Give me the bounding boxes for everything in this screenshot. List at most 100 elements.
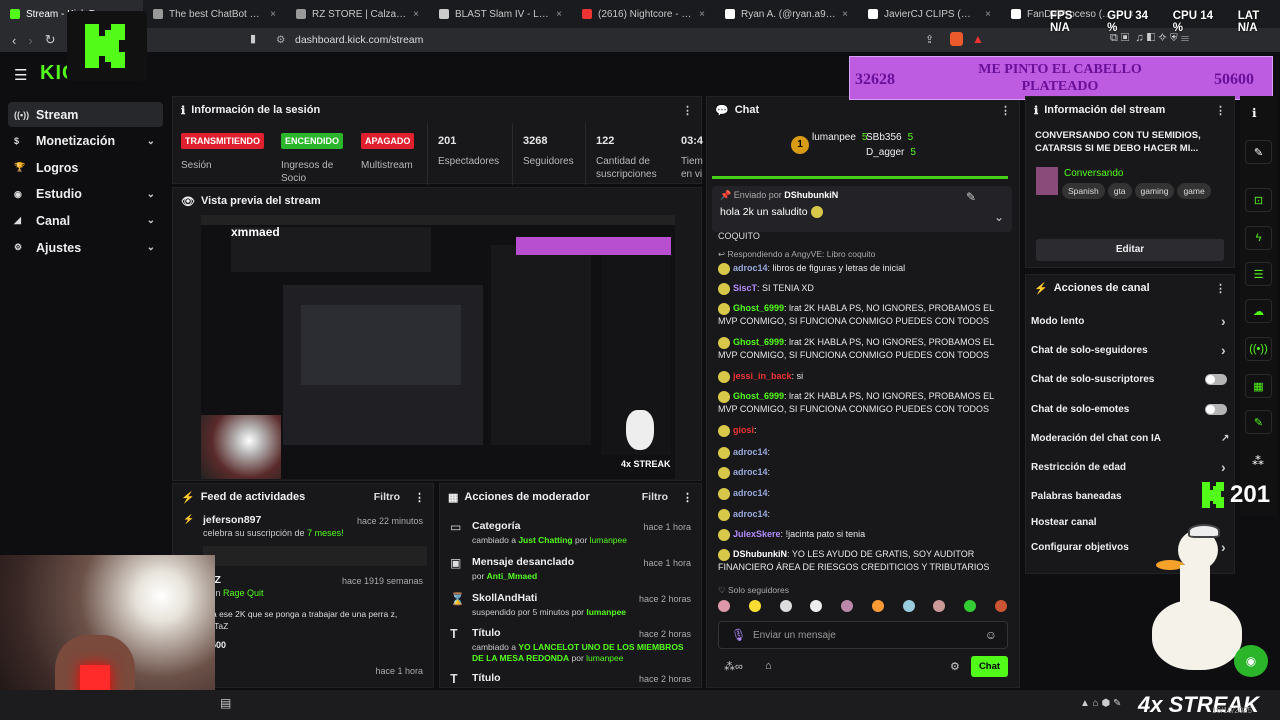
- close-tab-icon[interactable]: ×: [985, 9, 991, 20]
- chat-settings-icon[interactable]: ⚙: [950, 660, 960, 673]
- back-icon[interactable]: ‹: [12, 33, 16, 48]
- channel-action[interactable]: Palabras baneadas: [1031, 491, 1231, 502]
- forward-icon[interactable]: ›: [28, 33, 32, 48]
- browser-tab[interactable]: Ryan A. (@ryan.a92) | TikTok×: [715, 0, 858, 28]
- mod-item[interactable]: ▭ Categoría hace 1 hora cambiado a Just Cha…: [440, 520, 701, 554]
- brave-shield-icon[interactable]: [950, 32, 963, 46]
- lightning-icon[interactable]: ϟ: [1245, 226, 1272, 250]
- chat-message[interactable]: Ghost_6999: lrat 2K HABLA PS, NO IGNORES…: [718, 390, 998, 416]
- external-link-icon[interactable]: ↗: [1221, 433, 1229, 444]
- dots-cluster-icon[interactable]: ⁂: [1252, 454, 1264, 468]
- channel-action[interactable]: Chat de solo-seguidores ›: [1031, 342, 1231, 358]
- broadcast-icon[interactable]: ⊡: [1245, 188, 1272, 212]
- category-link[interactable]: Conversando: [1064, 168, 1123, 179]
- tag-chip[interactable]: gta: [1107, 183, 1132, 199]
- chat-message[interactable]: adroc14: libros de figuras y letras de i…: [718, 262, 998, 275]
- toggle-switch[interactable]: [1205, 374, 1227, 385]
- rewards-icon[interactable]: ▲: [972, 32, 984, 46]
- sidebar-item-3[interactable]: ◉ Estudio ⌄: [8, 182, 163, 207]
- sidebar-item-5[interactable]: ⚙ Ajustes ⌄: [8, 235, 163, 260]
- more-icon[interactable]: ⋮: [682, 491, 693, 504]
- tag-chip[interactable]: Spanish: [1062, 183, 1105, 199]
- sidebar-item-1[interactable]: $ Monetización ⌄: [8, 129, 163, 154]
- chat-message[interactable]: DShubunkiN: YO LES AYUDO DE GRATIS, SOY …: [718, 548, 998, 574]
- chevron-right-icon[interactable]: ›: [1221, 342, 1226, 358]
- info-icon[interactable]: ℹ: [1252, 106, 1257, 120]
- chat-input[interactable]: 🎙 Enviar un mensaje ☺: [718, 621, 1008, 649]
- taskbar-app-icon[interactable]: ▤: [220, 696, 231, 710]
- chat-message[interactable]: adroc14:: [718, 446, 998, 459]
- chat-message[interactable]: jessi_in_back: si: [718, 370, 998, 383]
- pinned-message[interactable]: 📌 Enviado por DShubunkiN hola 2k un salu…: [712, 186, 1012, 232]
- channel-action[interactable]: Moderación del chat con IA ↗: [1031, 433, 1231, 444]
- chat-message[interactable]: adroc14:: [718, 487, 998, 500]
- mod-item[interactable]: ▣ Mensaje desanclado hace 1 hora por Anti_M…: [440, 556, 701, 590]
- chevron-down-icon[interactable]: ⌄: [994, 210, 1004, 224]
- mod-filter-button[interactable]: Filtro: [642, 491, 668, 503]
- mic-icon[interactable]: 🎙: [731, 628, 746, 642]
- chevron-down-icon[interactable]: ⌄: [147, 189, 155, 200]
- edit-pencil-icon[interactable]: ✎: [1245, 140, 1272, 164]
- leaderboard-entry[interactable]: lumanpee 5: [812, 132, 867, 143]
- chat-message[interactable]: Ghost_6999: lrat 2K HABLA PS, NO IGNORES…: [718, 302, 998, 328]
- channel-action[interactable]: Restricción de edad ›: [1031, 459, 1231, 475]
- more-icon[interactable]: ⋮: [1000, 104, 1011, 117]
- toggle-switch[interactable]: [1205, 404, 1227, 415]
- emoji-icon[interactable]: ☺: [985, 628, 997, 642]
- sidebar-item-0[interactable]: ((•)) Stream: [8, 102, 163, 127]
- chat-bubble-icon[interactable]: ☁: [1245, 299, 1272, 323]
- close-tab-icon[interactable]: ×: [270, 9, 276, 20]
- headset-icon[interactable]: ◉: [1234, 645, 1268, 677]
- url-field[interactable]: ⚙ dashboard.kick.com/stream: [270, 32, 940, 49]
- more-icon[interactable]: ⋮: [1215, 104, 1226, 117]
- chat-tools-icon[interactable]: ⁂∞: [724, 660, 743, 673]
- chevron-right-icon[interactable]: ›: [1221, 313, 1226, 329]
- close-tab-icon[interactable]: ×: [413, 9, 419, 20]
- chevron-down-icon[interactable]: ⌄: [147, 242, 155, 253]
- list-icon[interactable]: ☰: [1245, 262, 1272, 286]
- channel-action[interactable]: Chat de solo-suscriptores: [1031, 374, 1231, 385]
- sidebar-item-4[interactable]: ◢ Canal ⌄: [8, 208, 163, 233]
- tag-chip[interactable]: gaming: [1134, 183, 1175, 199]
- unpin-icon[interactable]: ✎: [966, 190, 976, 204]
- browser-tab[interactable]: BLAST Slam IV - Liquipedia Do×: [429, 0, 572, 28]
- chat-message[interactable]: adroc14:: [718, 466, 998, 479]
- chat-message[interactable]: Ghost_6999: lrat 2K HABLA PS, NO IGNORES…: [718, 336, 998, 362]
- browser-tab[interactable]: (2616) Nightcore - Butterfly (L×: [572, 0, 715, 28]
- chat-send-button[interactable]: Chat: [971, 656, 1008, 677]
- more-icon[interactable]: ⋮: [1215, 282, 1226, 295]
- browser-tab[interactable]: RZ STORE | Calzado de platafo×: [286, 0, 429, 28]
- chat-message[interactable]: SiscT: SI TENIA XD: [718, 282, 998, 295]
- reload-icon[interactable]: ↻: [45, 32, 56, 48]
- close-tab-icon[interactable]: ×: [556, 9, 562, 20]
- chat-message[interactable]: giosi:: [718, 424, 998, 437]
- close-tab-icon[interactable]: ×: [699, 9, 705, 20]
- chevron-right-icon[interactable]: ›: [1221, 459, 1226, 475]
- signal-icon[interactable]: ((•)): [1245, 337, 1272, 361]
- tag-chip[interactable]: game: [1177, 183, 1211, 199]
- site-info-icon[interactable]: ⚙: [276, 32, 285, 49]
- bookmark-icon[interactable]: ▮: [250, 32, 256, 45]
- browser-tab[interactable]: JavierCJ CLIPS (@javiercj774)×: [858, 0, 1001, 28]
- more-icon[interactable]: ⋮: [682, 104, 693, 117]
- leaderboard-entry[interactable]: D_agger 5: [866, 147, 916, 158]
- share-icon[interactable]: ⇪: [925, 33, 934, 46]
- store-icon[interactable]: ⌂: [765, 660, 772, 672]
- channel-action[interactable]: Chat de solo-emotes: [1031, 404, 1231, 415]
- chat-message[interactable]: JulexSkere: !jacinta pato si tenia: [718, 528, 998, 541]
- chevron-down-icon[interactable]: ⌄: [147, 215, 155, 226]
- mod-item[interactable]: 𝐓 Título hace 2 horas: [440, 672, 701, 687]
- chat-message[interactable]: adroc14:: [718, 508, 998, 521]
- more-icon[interactable]: ⋮: [414, 491, 425, 504]
- channel-action[interactable]: Modo lento ›: [1031, 313, 1231, 329]
- close-tab-icon[interactable]: ×: [842, 9, 848, 20]
- feed-filter-button[interactable]: Filtro: [374, 491, 400, 503]
- stream-video[interactable]: xmmaed 4x STREAK: [201, 215, 675, 479]
- mod-item[interactable]: ⌛ SkollAndHati hace 2 horas suspendido por …: [440, 592, 701, 626]
- chevron-down-icon[interactable]: ⌄: [147, 136, 155, 147]
- leaderboard-entry[interactable]: SBb356 5: [866, 132, 913, 143]
- mod-item[interactable]: 𝐓 Título hace 2 horas cambiado a YO LANCELO…: [440, 627, 701, 663]
- grid-icon[interactable]: ▦: [1245, 374, 1272, 398]
- wrench-icon[interactable]: ✎: [1245, 410, 1272, 434]
- sidebar-item-2[interactable]: 🏆 Logros: [8, 155, 163, 180]
